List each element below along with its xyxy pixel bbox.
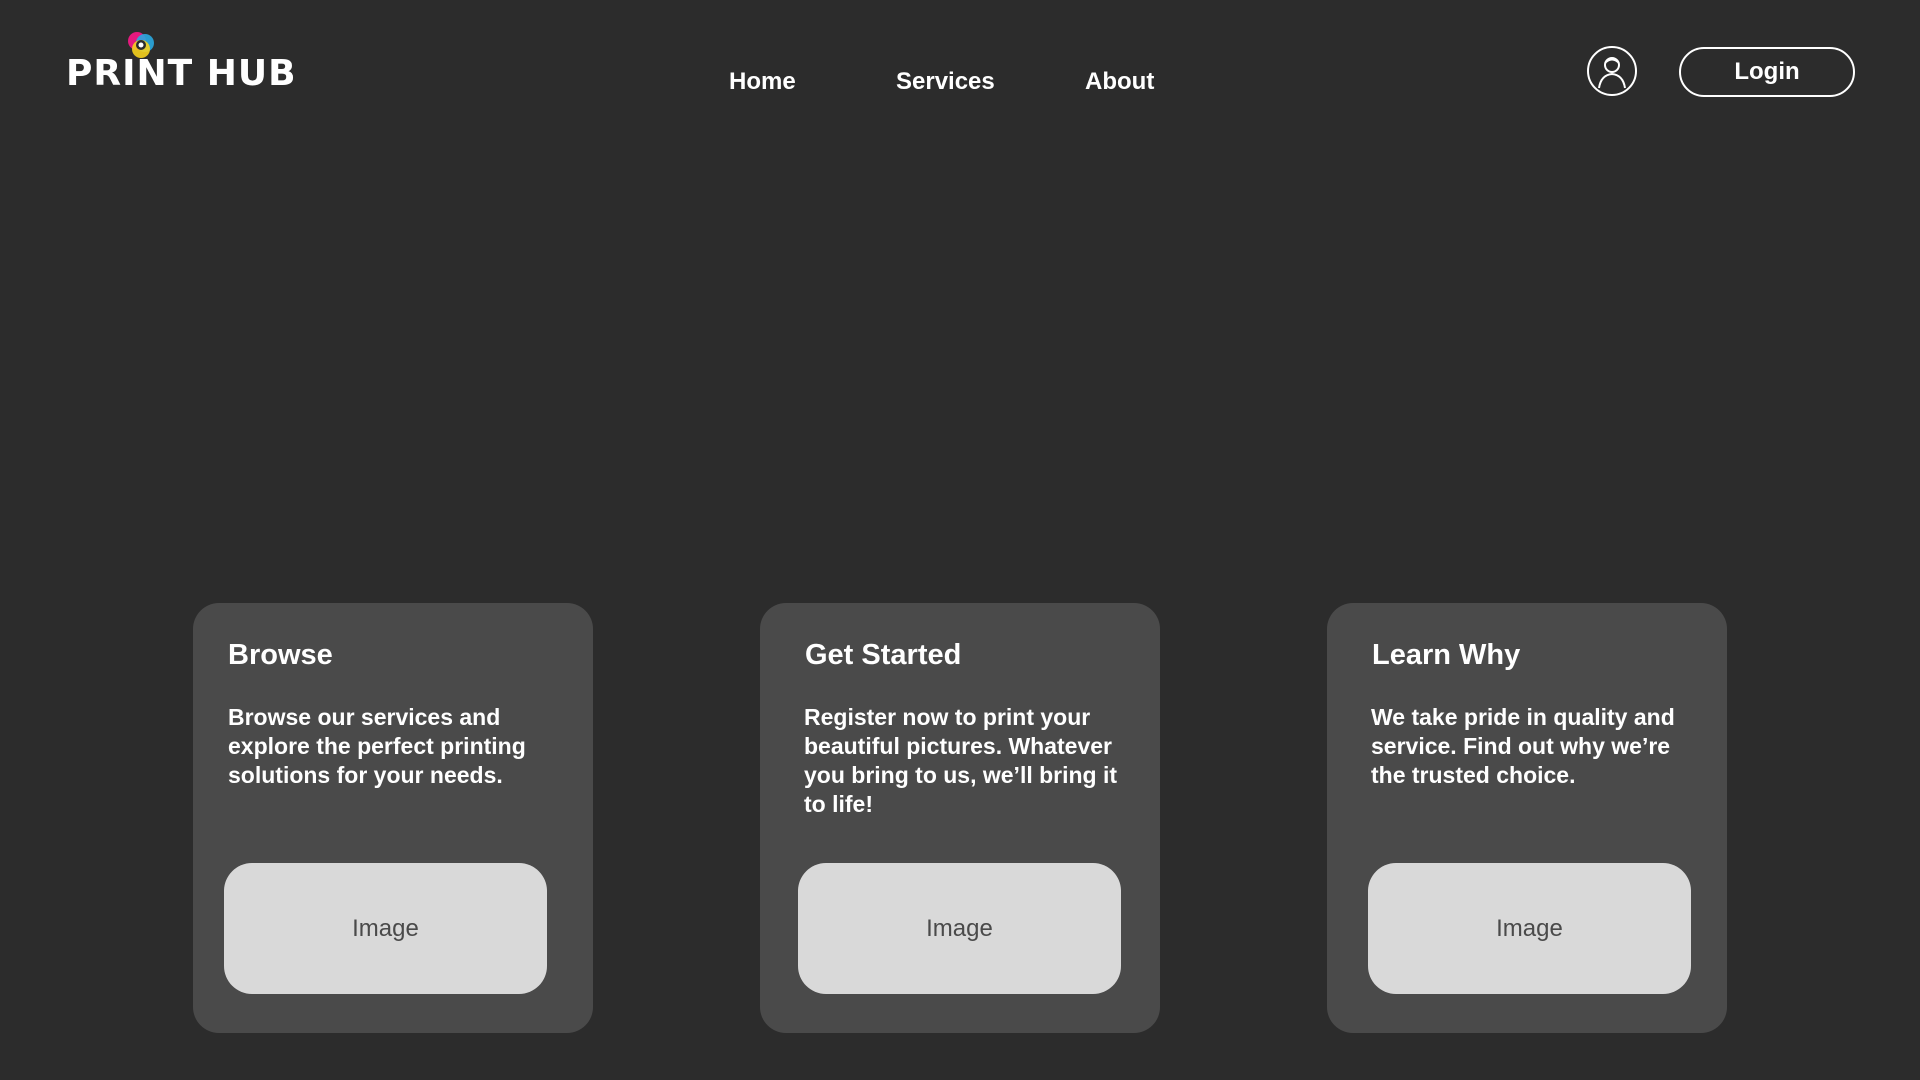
card-description: Browse our services and explore the perf… xyxy=(228,704,526,788)
card-image-placeholder: Image xyxy=(1368,863,1691,994)
card-browse[interactable]: Browse Browse our services and explore t… xyxy=(193,603,593,1033)
card-learn-why[interactable]: Learn Why We take pride in quality and s… xyxy=(1327,603,1727,1033)
logo-text-print: PRINT xyxy=(66,53,194,94)
logo[interactable]: PRINT HUB xyxy=(66,28,326,100)
card-title: Learn Why xyxy=(1372,639,1521,671)
card-image-placeholder: Image xyxy=(798,863,1121,994)
card-image-placeholder: Image xyxy=(224,863,547,994)
login-button[interactable]: Login xyxy=(1679,47,1855,97)
logo-text-hub: HUB xyxy=(206,53,297,94)
image-placeholder-label: Image xyxy=(926,914,993,942)
user-icon[interactable] xyxy=(1587,46,1637,96)
card-get-started[interactable]: Get Started Register now to print your b… xyxy=(760,603,1160,1033)
card-title: Get Started xyxy=(805,639,962,671)
card-title: Browse xyxy=(228,639,333,671)
nav-home-link[interactable]: Home xyxy=(729,68,796,96)
image-placeholder-label: Image xyxy=(352,914,419,942)
page: PRINT HUB Home Services About Login Brow… xyxy=(0,0,1920,1080)
logo-wordmark: PRINT HUB xyxy=(66,56,297,92)
nav-about-link[interactable]: About xyxy=(1085,68,1154,96)
card-description: We take pride in quality and service. Fi… xyxy=(1371,704,1675,788)
image-placeholder-label: Image xyxy=(1496,914,1563,942)
card-description: Register now to print your beautiful pic… xyxy=(804,704,1118,817)
nav-services-link[interactable]: Services xyxy=(896,68,995,96)
user-avatar-glyph xyxy=(1598,57,1626,89)
